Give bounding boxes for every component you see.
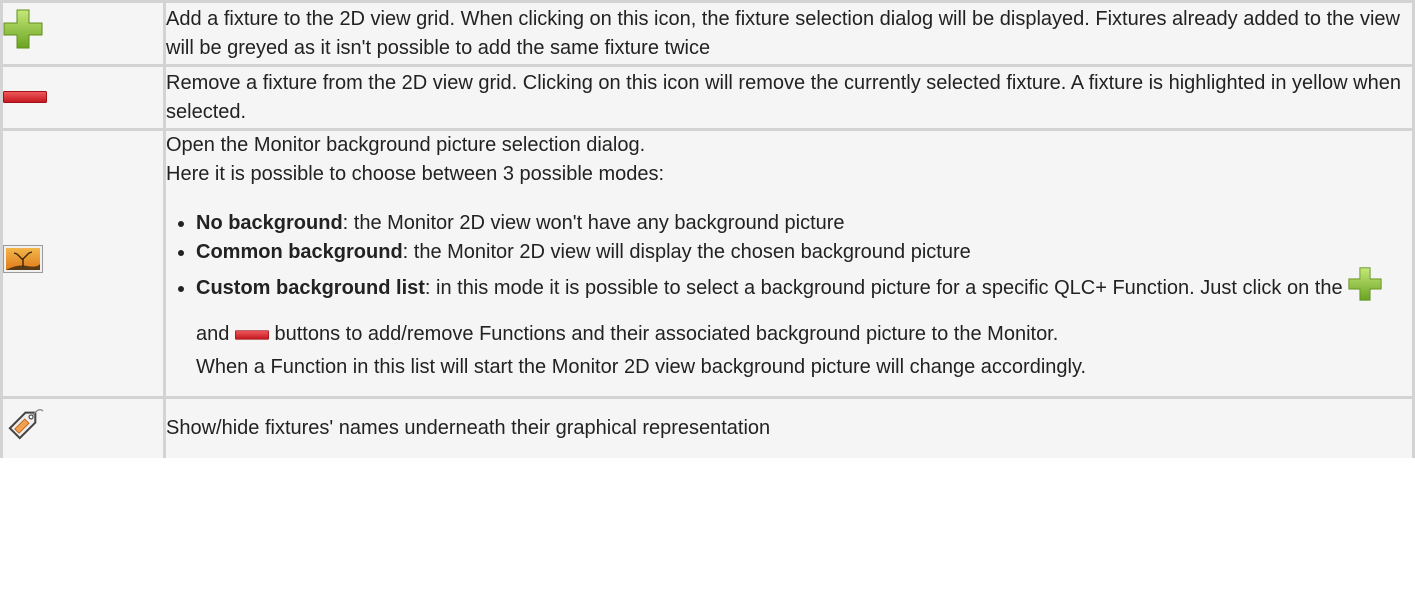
add-remove-description: buttons to add/remove Functions and thei…	[274, 323, 1059, 345]
icon-cell	[0, 396, 166, 459]
icon-cell	[0, 64, 166, 131]
background-dialog-line1: Open the Monitor background picture sele…	[166, 134, 646, 156]
mode-description: : in this mode it is possible to select …	[424, 276, 1343, 299]
green-plus-icon	[3, 9, 43, 49]
mode-name: No background	[196, 212, 343, 234]
mode-description: : the Monitor 2D view will display the c…	[402, 241, 971, 263]
red-minus-icon	[234, 320, 269, 349]
list-item: No background: the Monitor 2D view won't…	[196, 209, 1412, 238]
icon-cell	[0, 127, 166, 400]
mode-name: Common background	[196, 241, 403, 263]
table-row: Open the Monitor background picture sele…	[0, 127, 1415, 400]
table-row: Show/hide fixtures' names underneath the…	[0, 396, 1415, 459]
table-row: Add a fixture to the 2D view grid. When …	[0, 0, 1415, 67]
description-cell: Add a fixture to the 2D view grid. When …	[163, 0, 1415, 67]
red-minus-icon	[3, 91, 47, 103]
background-dialog-line2: Here it is possible to choose between 3 …	[166, 163, 665, 185]
icon-cell	[0, 0, 166, 67]
change-description: When a Function in this list will start …	[196, 356, 1087, 379]
add-remove-line: and buttons to add/remove Functions and …	[196, 320, 1412, 349]
remove-fixture-description: Remove a fixture from the 2D view grid. …	[166, 71, 1401, 123]
description-cell: Remove a fixture from the 2D view grid. …	[163, 64, 1415, 131]
add-fixture-description: Add a fixture to the 2D view grid. When …	[166, 7, 1400, 59]
tag-icon	[3, 403, 45, 445]
green-plus-icon	[1348, 267, 1382, 310]
description-cell: Show/hide fixtures' names underneath the…	[163, 396, 1415, 459]
list-item: Common background: the Monitor 2D view w…	[196, 238, 1412, 267]
mode-name: Custom background list	[196, 276, 425, 299]
mode-description: : the Monitor 2D view won't have any bac…	[342, 212, 845, 234]
show-names-description: Show/hide fixtures' names underneath the…	[166, 417, 771, 440]
help-icon-table: Add a fixture to the 2D view grid. When …	[0, 0, 1415, 459]
table-row: Remove a fixture from the 2D view grid. …	[0, 64, 1415, 131]
picture-icon	[3, 245, 43, 274]
description-cell: Open the Monitor background picture sele…	[163, 127, 1415, 400]
and-word: and	[196, 323, 230, 345]
list-item: Custom background list: in this mode it …	[196, 267, 1412, 396]
background-modes-list: No background: the Monitor 2D view won't…	[166, 209, 1412, 396]
